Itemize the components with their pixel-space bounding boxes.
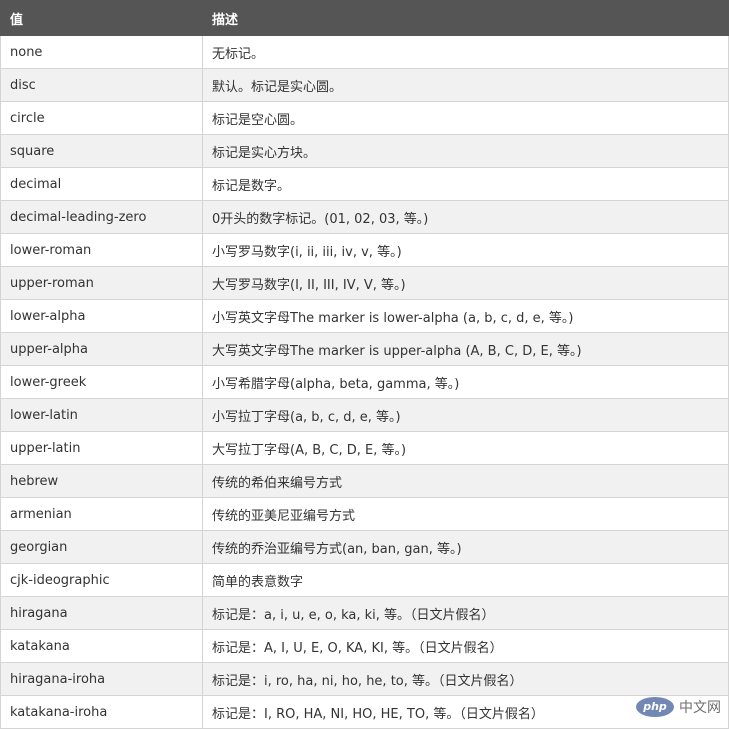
- table-row: hebrew 传统的希伯来编号方式: [0, 464, 729, 498]
- value-cell: none: [0, 35, 203, 69]
- description-cell: 简单的表意数字: [202, 563, 729, 597]
- description-cell: 小写英文字母The marker is lower-alpha (a, b, c…: [202, 299, 729, 333]
- table-row: upper-roman 大写罗马数字(I, II, III, IV, V, 等。): [0, 266, 729, 300]
- table-row: decimal 标记是数字。: [0, 167, 729, 201]
- value-cell: disc: [0, 68, 203, 102]
- table-row: disc 默认。标记是实心圆。: [0, 68, 729, 102]
- table-row: georgian 传统的乔治亚编号方式(an, ban, gan, 等。): [0, 530, 729, 564]
- value-cell: hiragana: [0, 596, 203, 630]
- value-cell: decimal-leading-zero: [0, 200, 203, 234]
- value-cell: cjk-ideographic: [0, 563, 203, 597]
- value-cell: hiragana-iroha: [0, 662, 203, 696]
- value-cell: georgian: [0, 530, 203, 564]
- table-row: upper-latin 大写拉丁字母(A, B, C, D, E, 等。): [0, 431, 729, 465]
- description-cell: 小写拉丁字母(a, b, c, d, e, 等。): [202, 398, 729, 432]
- value-cell: lower-alpha: [0, 299, 203, 333]
- header-description: 描述: [202, 0, 729, 36]
- value-cell: lower-roman: [0, 233, 203, 267]
- table-row: upper-alpha 大写英文字母The marker is upper-alp…: [0, 332, 729, 366]
- table-body: none 无标记。 disc 默认。标记是实心圆。 circle 标记是空心圆。 squar…: [0, 35, 729, 729]
- description-cell: 标记是实心方块。: [202, 134, 729, 168]
- description-cell: 传统的乔治亚编号方式(an, ban, gan, 等。): [202, 530, 729, 564]
- description-cell: 标记是：A, I, U, E, O, KA, KI, 等。（日文片假名）: [202, 629, 729, 663]
- value-cell: hebrew: [0, 464, 203, 498]
- description-cell: 标记是空心圆。: [202, 101, 729, 135]
- value-cell: lower-greek: [0, 365, 203, 399]
- value-cell: upper-roman: [0, 266, 203, 300]
- value-cell: armenian: [0, 497, 203, 531]
- table-row: lower-roman 小写罗马数字(i, ii, iii, iv, v, 等。): [0, 233, 729, 267]
- description-cell: 无标记。: [202, 35, 729, 69]
- description-cell: 标记是：i, ro, ha, ni, ho, he, to, 等。（日文片假名）: [202, 662, 729, 696]
- description-cell: 传统的希伯来编号方式: [202, 464, 729, 498]
- value-cell: lower-latin: [0, 398, 203, 432]
- header-value: 值: [0, 0, 203, 36]
- value-cell: katakana: [0, 629, 203, 663]
- list-style-type-table: 值 描述 none 无标记。 disc 默认。标记是实心圆。 circle 标记是空心圆。…: [0, 0, 729, 729]
- table-row: katakana-iroha 标记是：I, RO, HA, NI, HO, HE,…: [0, 695, 729, 729]
- table-row: cjk-ideographic 简单的表意数字: [0, 563, 729, 597]
- description-cell: 大写英文字母The marker is upper-alpha (A, B, C…: [202, 332, 729, 366]
- description-cell: 小写罗马数字(i, ii, iii, iv, v, 等。): [202, 233, 729, 267]
- table-row: lower-latin 小写拉丁字母(a, b, c, d, e, 等。): [0, 398, 729, 432]
- header-row: 值 描述: [0, 0, 729, 36]
- description-cell: 标记是：a, i, u, e, o, ka, ki, 等。（日文片假名）: [202, 596, 729, 630]
- table-header: 值 描述: [0, 0, 729, 36]
- watermark-site-text: 中文网: [679, 700, 721, 716]
- value-cell: katakana-iroha: [0, 695, 203, 729]
- description-cell: 大写罗马数字(I, II, III, IV, V, 等。): [202, 266, 729, 300]
- table-row: hiragana 标记是：a, i, u, e, o, ka, ki, 等。（日文…: [0, 596, 729, 630]
- description-cell: 0开头的数字标记。(01, 02, 03, 等。): [202, 200, 729, 234]
- php-cn-watermark: php 中文网: [636, 697, 721, 717]
- php-logo-icon: php: [636, 697, 674, 717]
- table-row: square 标记是实心方块。: [0, 134, 729, 168]
- table-row: armenian 传统的亚美尼亚编号方式: [0, 497, 729, 531]
- table-row: katakana 标记是：A, I, U, E, O, KA, KI, 等。（日文…: [0, 629, 729, 663]
- value-cell: square: [0, 134, 203, 168]
- description-cell: 标记是数字。: [202, 167, 729, 201]
- table-row: decimal-leading-zero 0开头的数字标记。(01, 02, 03…: [0, 200, 729, 234]
- description-cell: 大写拉丁字母(A, B, C, D, E, 等。): [202, 431, 729, 465]
- value-cell: upper-alpha: [0, 332, 203, 366]
- description-cell: 传统的亚美尼亚编号方式: [202, 497, 729, 531]
- value-cell: decimal: [0, 167, 203, 201]
- table-row: lower-greek 小写希腊字母(alpha, beta, gamma, 等。…: [0, 365, 729, 399]
- table-row: circle 标记是空心圆。: [0, 101, 729, 135]
- value-cell: circle: [0, 101, 203, 135]
- description-cell: 默认。标记是实心圆。: [202, 68, 729, 102]
- value-cell: upper-latin: [0, 431, 203, 465]
- description-cell: 小写希腊字母(alpha, beta, gamma, 等。): [202, 365, 729, 399]
- table-row: hiragana-iroha 标记是：i, ro, ha, ni, ho, he,…: [0, 662, 729, 696]
- table-row: none 无标记。: [0, 35, 729, 69]
- table-row: lower-alpha 小写英文字母The marker is lower-alp…: [0, 299, 729, 333]
